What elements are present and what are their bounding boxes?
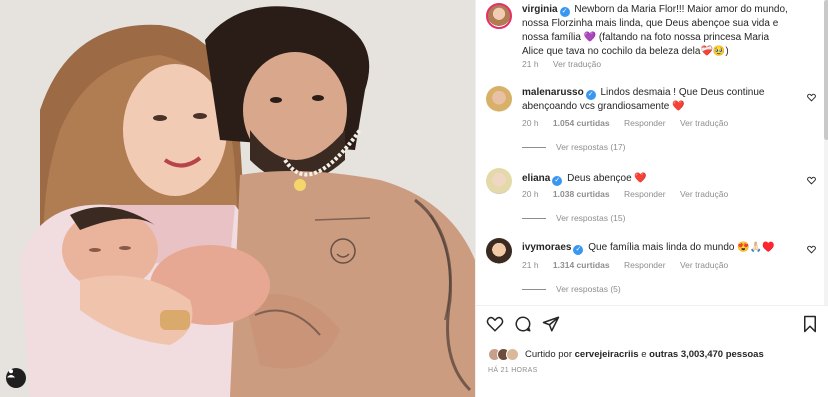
comment-likes[interactable]: 1.038 curtidas [553,189,610,199]
comment-time[interactable]: 20 h [522,118,539,128]
caption-meta: 21 h Ver tradução [522,59,613,69]
view-replies-button[interactable]: Ver respostas (5) [522,284,621,294]
commenter-avatar[interactable] [486,86,512,112]
liker-avatar [506,347,519,361]
view-replies-button[interactable]: Ver respostas (17) [522,142,625,152]
heart-outline-icon[interactable] [486,315,504,333]
translate-link[interactable]: Ver tradução [680,189,728,199]
comment-text: Que família mais linda do mundo 😍🙏🏻♥️ [588,242,775,253]
comments-scrollbar[interactable] [824,0,828,305]
comments-panel: virginia ✓ Newborn da Maria Flor!!! Maior… [475,0,828,397]
reply-link[interactable]: Responder [624,260,666,270]
liked-by-summary: Curtido por cervejeiracriis e outras 3,0… [488,347,764,361]
comment-username[interactable]: malenarusso [522,87,584,98]
author-avatar[interactable] [486,3,512,29]
comment-item: eliana ✓ Deus abençoe ❤️ 20 h 1.038 curti… [486,168,816,228]
view-replies-button[interactable]: Ver respostas (15) [522,213,625,223]
verified-badge-icon: ✓ [552,176,563,186]
comment-likes[interactable]: 1.314 curtidas [553,260,610,270]
post-viewer: virginia ✓ Newborn da Maria Flor!!! Maior… [0,0,828,397]
person-tag-icon [7,369,15,378]
verified-badge-icon: ✓ [559,7,570,17]
comment-bubble-icon[interactable] [514,315,532,333]
view-replies-label: Ver respostas (15) [556,213,626,223]
liker-avatars[interactable] [488,347,519,361]
liked-by-user[interactable]: cervejeiracriis [575,349,639,360]
post-photo[interactable] [0,0,475,397]
commenter-avatar[interactable] [486,238,512,264]
post-timestamp[interactable]: HÁ 21 HORAS [488,367,538,374]
reply-link[interactable]: Responder [624,118,666,128]
scrollbar-thumb[interactable] [824,0,828,140]
post-caption: virginia ✓ Newborn da Maria Flor!!! Maior… [486,3,816,73]
translate-link[interactable]: Ver tradução [680,260,728,270]
heart-outline-icon[interactable] [807,93,816,102]
liked-by-others[interactable]: outras 3,003,470 pessoas [649,349,764,360]
comment-meta: 21 h 1.314 curtidas Responder Ver traduç… [522,260,740,270]
replies-divider [522,217,546,219]
author-username[interactable]: virginia [522,4,558,15]
replies-divider [522,288,546,290]
comment-username[interactable]: eliana [522,173,550,184]
tag-button[interactable] [6,368,26,388]
replies-divider [522,146,546,148]
family-photo-illustration [0,0,475,397]
actions-divider [476,305,828,306]
comment-likes[interactable]: 1.054 curtidas [553,118,610,128]
comment-time[interactable]: 21 h [522,260,539,270]
liked-by-and: e [641,348,647,360]
verified-badge-icon: ✓ [573,245,584,255]
caption-time[interactable]: 21 h [522,59,539,69]
comment-item: malenarusso ✓ Lindos desmaia ! Que Deus c… [486,86,816,156]
comment-meta: 20 h 1.038 curtidas Responder Ver traduç… [522,189,740,199]
liked-by-prefix: Curtido por [525,348,572,360]
comments-list[interactable]: virginia ✓ Newborn da Maria Flor!!! Maior… [476,0,828,305]
comment-meta: 20 h 1.054 curtidas Responder Ver traduç… [522,118,740,128]
commenter-avatar[interactable] [486,168,512,194]
comment-time[interactable]: 20 h [522,189,539,199]
view-replies-label: Ver respostas (17) [556,142,626,152]
verified-badge-icon: ✓ [585,90,596,100]
caption-translate-link[interactable]: Ver tradução [553,59,601,69]
view-replies-label: Ver respostas (5) [556,284,621,294]
heart-outline-icon[interactable] [807,176,816,185]
comment-item: ivymoraes ✓ Que família mais linda do mun… [486,238,816,300]
reply-link[interactable]: Responder [624,189,666,199]
comment-username[interactable]: ivymoraes [522,242,571,253]
comment-text: Deus abençoe ❤️ [567,173,647,184]
bookmark-icon[interactable] [801,315,819,333]
paper-plane-icon[interactable] [542,315,560,333]
heart-outline-icon[interactable] [807,245,816,254]
post-actions-bar [486,315,819,337]
translate-link[interactable]: Ver tradução [680,118,728,128]
